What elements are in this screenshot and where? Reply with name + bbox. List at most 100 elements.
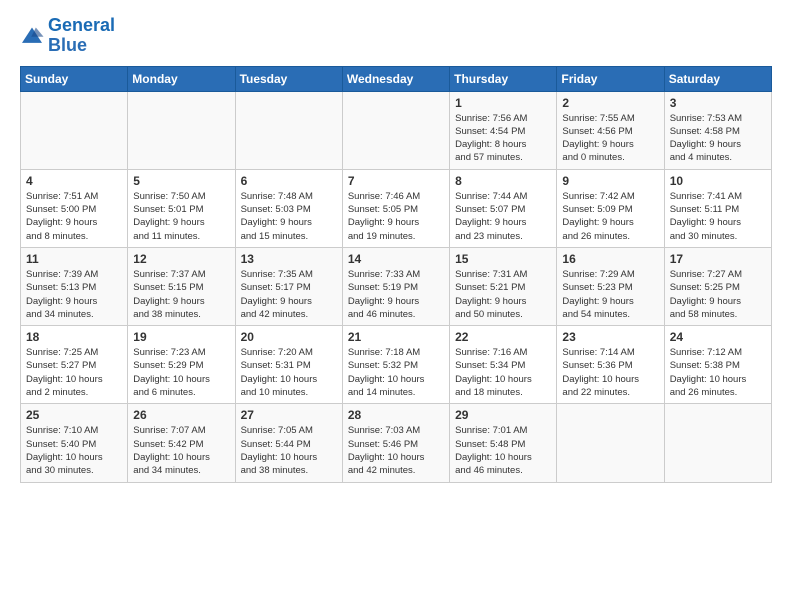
calendar-cell: 19Sunrise: 7:23 AM Sunset: 5:29 PM Dayli…	[128, 326, 235, 404]
calendar-cell: 15 Sunrise: 7:31 AM Sunset: 5:21 PM Dayli…	[450, 247, 557, 325]
calendar-cell: 16Sunrise: 7:29 AM Sunset: 5:23 PM Dayli…	[557, 247, 664, 325]
week-row-3: 11 Sunrise: 7:39 AM Sunset: 5:13 PM Dayli…	[21, 247, 772, 325]
calendar-cell: 3 Sunrise: 7:53 AM Sunset: 4:58 PM Daylig…	[664, 91, 771, 169]
calendar-cell	[342, 91, 449, 169]
calendar-cell: 9Sunrise: 7:42 AM Sunset: 5:09 PM Daylig…	[557, 169, 664, 247]
week-row-5: 25 Sunrise: 7:10 AM Sunset: 5:40 PM Dayli…	[21, 404, 772, 482]
calendar-cell: 6 Sunrise: 7:48 AM Sunset: 5:03 PM Daylig…	[235, 169, 342, 247]
week-row-2: 4 Sunrise: 7:51 AM Sunset: 5:00 PM Daylig…	[21, 169, 772, 247]
calendar-cell: 5Sunrise: 7:50 AM Sunset: 5:01 PM Daylig…	[128, 169, 235, 247]
day-info: Sunrise: 7:51 AM Sunset: 5:00 PM Dayligh…	[26, 190, 122, 243]
day-number: 12	[133, 252, 229, 266]
day-header-tuesday: Tuesday	[235, 66, 342, 91]
day-info: Sunrise: 7:23 AM Sunset: 5:29 PM Dayligh…	[133, 346, 229, 399]
calendar-cell	[128, 91, 235, 169]
day-number: 17	[670, 252, 766, 266]
day-info: Sunrise: 7:18 AM Sunset: 5:32 PM Dayligh…	[348, 346, 444, 399]
day-info: Sunrise: 7:46 AM Sunset: 5:05 PM Dayligh…	[348, 190, 444, 243]
day-header-friday: Friday	[557, 66, 664, 91]
day-info: Sunrise: 7:05 AM Sunset: 5:44 PM Dayligh…	[241, 424, 337, 477]
day-info: Sunrise: 7:35 AM Sunset: 5:17 PM Dayligh…	[241, 268, 337, 321]
day-info: Sunrise: 7:10 AM Sunset: 5:40 PM Dayligh…	[26, 424, 122, 477]
day-info: Sunrise: 7:25 AM Sunset: 5:27 PM Dayligh…	[26, 346, 122, 399]
day-info: Sunrise: 7:42 AM Sunset: 5:09 PM Dayligh…	[562, 190, 658, 243]
calendar-cell: 18 Sunrise: 7:25 AM Sunset: 5:27 PM Dayli…	[21, 326, 128, 404]
day-info: Sunrise: 7:39 AM Sunset: 5:13 PM Dayligh…	[26, 268, 122, 321]
day-number: 21	[348, 330, 444, 344]
day-number: 20	[241, 330, 337, 344]
calendar-cell: 2 Sunrise: 7:55 AM Sunset: 4:56 PM Daylig…	[557, 91, 664, 169]
day-number: 27	[241, 408, 337, 422]
day-number: 29	[455, 408, 551, 422]
day-info: Sunrise: 7:56 AM Sunset: 4:54 PM Dayligh…	[455, 112, 551, 165]
calendar-table: SundayMondayTuesdayWednesdayThursdayFrid…	[20, 66, 772, 483]
day-header-wednesday: Wednesday	[342, 66, 449, 91]
calendar-cell: 23 Sunrise: 7:14 AM Sunset: 5:36 PM Dayli…	[557, 326, 664, 404]
day-number: 6	[241, 174, 337, 188]
day-number: 18	[26, 330, 122, 344]
day-number: 13	[241, 252, 337, 266]
day-info: Sunrise: 7:03 AM Sunset: 5:46 PM Dayligh…	[348, 424, 444, 477]
calendar-cell: 17 Sunrise: 7:27 AM Sunset: 5:25 PM Dayli…	[664, 247, 771, 325]
calendar-cell: 21 Sunrise: 7:18 AM Sunset: 5:32 PM Dayli…	[342, 326, 449, 404]
calendar-cell: 25 Sunrise: 7:10 AM Sunset: 5:40 PM Dayli…	[21, 404, 128, 482]
day-number: 10	[670, 174, 766, 188]
calendar-cell: 7 Sunrise: 7:46 AM Sunset: 5:05 PM Daylig…	[342, 169, 449, 247]
day-number: 15	[455, 252, 551, 266]
day-number: 16	[562, 252, 658, 266]
day-number: 7	[348, 174, 444, 188]
day-number: 2	[562, 96, 658, 110]
day-info: Sunrise: 7:53 AM Sunset: 4:58 PM Dayligh…	[670, 112, 766, 165]
day-info: Sunrise: 7:01 AM Sunset: 5:48 PM Dayligh…	[455, 424, 551, 477]
day-number: 4	[26, 174, 122, 188]
day-number: 25	[26, 408, 122, 422]
day-info: Sunrise: 7:48 AM Sunset: 5:03 PM Dayligh…	[241, 190, 337, 243]
day-info: Sunrise: 7:07 AM Sunset: 5:42 PM Dayligh…	[133, 424, 229, 477]
calendar-cell	[557, 404, 664, 482]
logo: General Blue	[20, 16, 115, 56]
day-info: Sunrise: 7:41 AM Sunset: 5:11 PM Dayligh…	[670, 190, 766, 243]
day-info: Sunrise: 7:16 AM Sunset: 5:34 PM Dayligh…	[455, 346, 551, 399]
calendar-cell: 13 Sunrise: 7:35 AM Sunset: 5:17 PM Dayli…	[235, 247, 342, 325]
day-number: 23	[562, 330, 658, 344]
calendar-cell	[235, 91, 342, 169]
day-info: Sunrise: 7:14 AM Sunset: 5:36 PM Dayligh…	[562, 346, 658, 399]
calendar-cell	[664, 404, 771, 482]
day-number: 26	[133, 408, 229, 422]
day-info: Sunrise: 7:33 AM Sunset: 5:19 PM Dayligh…	[348, 268, 444, 321]
day-info: Sunrise: 7:20 AM Sunset: 5:31 PM Dayligh…	[241, 346, 337, 399]
day-number: 14	[348, 252, 444, 266]
calendar-cell: 29 Sunrise: 7:01 AM Sunset: 5:48 PM Dayli…	[450, 404, 557, 482]
calendar-cell: 27 Sunrise: 7:05 AM Sunset: 5:44 PM Dayli…	[235, 404, 342, 482]
calendar-cell: 11 Sunrise: 7:39 AM Sunset: 5:13 PM Dayli…	[21, 247, 128, 325]
day-header-saturday: Saturday	[664, 66, 771, 91]
header: General Blue	[20, 16, 772, 56]
day-number: 22	[455, 330, 551, 344]
calendar-body: 1 Sunrise: 7:56 AM Sunset: 4:54 PM Daylig…	[21, 91, 772, 482]
day-info: Sunrise: 7:12 AM Sunset: 5:38 PM Dayligh…	[670, 346, 766, 399]
day-header-thursday: Thursday	[450, 66, 557, 91]
calendar-cell: 4 Sunrise: 7:51 AM Sunset: 5:00 PM Daylig…	[21, 169, 128, 247]
day-info: Sunrise: 7:31 AM Sunset: 5:21 PM Dayligh…	[455, 268, 551, 321]
day-number: 11	[26, 252, 122, 266]
calendar-cell: 24 Sunrise: 7:12 AM Sunset: 5:38 PM Dayli…	[664, 326, 771, 404]
logo-text: General Blue	[48, 16, 115, 56]
day-number: 8	[455, 174, 551, 188]
day-number: 3	[670, 96, 766, 110]
page: General Blue SundayMondayTuesdayWednesda…	[0, 0, 792, 493]
calendar-cell: 28 Sunrise: 7:03 AM Sunset: 5:46 PM Dayli…	[342, 404, 449, 482]
header-row: SundayMondayTuesdayWednesdayThursdayFrid…	[21, 66, 772, 91]
day-number: 28	[348, 408, 444, 422]
day-number: 1	[455, 96, 551, 110]
day-info: Sunrise: 7:27 AM Sunset: 5:25 PM Dayligh…	[670, 268, 766, 321]
logo-icon	[20, 26, 44, 46]
day-header-monday: Monday	[128, 66, 235, 91]
day-number: 5	[133, 174, 229, 188]
calendar-cell: 22 Sunrise: 7:16 AM Sunset: 5:34 PM Dayli…	[450, 326, 557, 404]
calendar-header: SundayMondayTuesdayWednesdayThursdayFrid…	[21, 66, 772, 91]
day-header-sunday: Sunday	[21, 66, 128, 91]
day-info: Sunrise: 7:55 AM Sunset: 4:56 PM Dayligh…	[562, 112, 658, 165]
day-number: 24	[670, 330, 766, 344]
calendar-cell: 10 Sunrise: 7:41 AM Sunset: 5:11 PM Dayli…	[664, 169, 771, 247]
calendar-cell	[21, 91, 128, 169]
